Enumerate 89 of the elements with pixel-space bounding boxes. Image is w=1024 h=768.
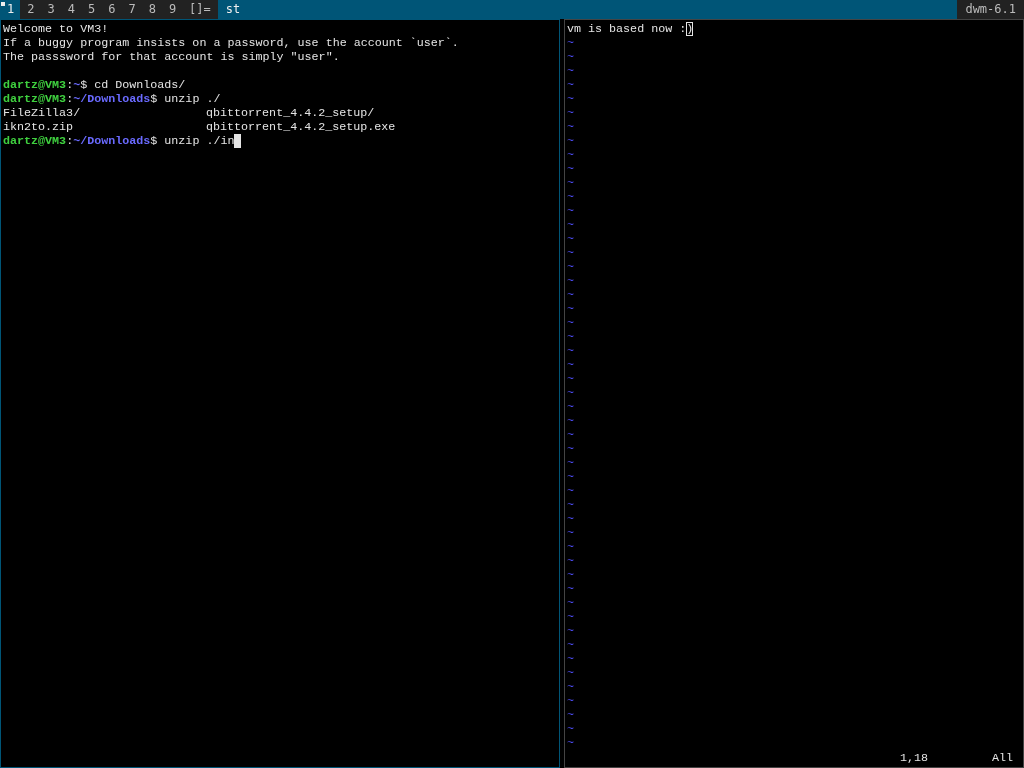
empty-line-marker: ~ (567, 78, 574, 92)
empty-line-marker: ~ (567, 232, 574, 246)
empty-line-marker: ~ (567, 190, 574, 204)
workspace-tag[interactable]: 9 (161, 0, 183, 19)
empty-line-marker: ~ (567, 582, 574, 596)
empty-line-marker: ~ (567, 554, 574, 568)
prompt-separator: : (66, 92, 74, 106)
command-text: $ unzip ./in (150, 134, 235, 148)
empty-line-marker: ~ (567, 316, 574, 330)
empty-line-marker: ~ (567, 722, 574, 736)
occupied-indicator-icon (1, 2, 5, 6)
empty-line-marker: ~ (567, 64, 574, 78)
editor-line: vm is based now : (567, 22, 687, 36)
workspace-tag[interactable]: 5 (80, 0, 102, 19)
empty-line-marker: ~ (567, 106, 574, 120)
empty-line-marker: ~ (567, 680, 574, 694)
file-name: qbittorrent_4.4.2_setup.exe (206, 120, 397, 134)
prompt-user: dartz@VM3 (3, 134, 67, 148)
empty-line-marker: ~ (567, 372, 574, 386)
prompt-user: dartz@VM3 (3, 78, 67, 92)
empty-line-marker: ~ (567, 610, 574, 624)
layout-symbol[interactable]: []= (182, 0, 218, 19)
empty-line-marker: ~ (567, 624, 574, 638)
empty-line-marker: ~ (567, 414, 574, 428)
terminal-pane[interactable] (0, 19, 560, 768)
empty-line-marker: ~ (567, 246, 574, 260)
empty-line-marker: ~ (567, 708, 574, 722)
empty-line-marker: ~ (567, 50, 574, 64)
file-name: FileZilla3/ (3, 106, 82, 120)
empty-line-marker: ~ (567, 736, 574, 750)
workspace-tag[interactable]: 4 (60, 0, 81, 19)
editor-pane[interactable]: vm is based now :) ~ ~ ~ ~ ~ ~ ~ ~ ~ ~ ~ ~ ~ ~ ~ ~ ~ ~ ~ ~ ~ ~ ~ ~ ~ ~ ~ ~ ~ ~ ~ ~ ~ ~ ~ ~ ~ ~ ~ ~ ~ ~ ~ ~ ~ ~ ~ ~ ~ ~ ~ 1,18 All (564, 19, 1024, 768)
prompt-separator: : (66, 134, 74, 148)
terminal-line: The passsword for that account is simply "user". (3, 50, 340, 64)
empty-line-marker: ~ (567, 428, 574, 442)
prompt-path: ~/Downloads (73, 92, 151, 106)
empty-line-marker: ~ (567, 456, 574, 470)
command-text: $ cd Downloads/ (80, 78, 186, 92)
empty-line-marker: ~ (567, 526, 574, 540)
empty-line-marker: ~ (567, 386, 574, 400)
empty-line-marker: ~ (567, 638, 574, 652)
workspace-tag[interactable]: 6 (101, 0, 122, 19)
empty-line-marker: ~ (567, 568, 574, 582)
empty-line-marker: ~ (567, 400, 574, 414)
empty-line-marker: ~ (567, 92, 574, 106)
empty-line-marker: ~ (567, 652, 574, 666)
prompt-path: ~ (73, 78, 81, 92)
empty-line-marker: ~ (567, 358, 574, 372)
empty-line-marker: ~ (567, 498, 574, 512)
workspace-tag[interactable]: 1 (0, 0, 21, 19)
empty-line-marker: ~ (567, 162, 574, 176)
empty-line-marker: ~ (567, 274, 574, 288)
empty-line-marker: ~ (567, 204, 574, 218)
empty-line-marker: ~ (567, 442, 574, 456)
empty-line-marker: ~ (567, 470, 574, 484)
empty-line-marker: ~ (567, 484, 574, 498)
file-name: qbittorrent_4.4.2_setup/ (206, 106, 376, 120)
file-position: All (991, 751, 1013, 765)
empty-line-marker: ~ (567, 218, 574, 232)
empty-line-marker: ~ (567, 302, 574, 316)
empty-line-marker: ~ (567, 120, 574, 134)
empty-line-marker: ~ (567, 512, 574, 526)
empty-line-marker: ~ (567, 596, 574, 610)
workspace-tag[interactable]: 2 (20, 0, 41, 19)
workspace-tag[interactable]: 8 (141, 0, 162, 19)
empty-line-marker: ~ (567, 694, 574, 708)
status-text: dwm-6.1 (964, 1, 1017, 18)
empty-line-marker: ~ (567, 176, 574, 190)
workspace-tag[interactable]: 3 (40, 0, 61, 19)
empty-line-marker: ~ (567, 36, 574, 50)
empty-line-marker: ~ (567, 540, 574, 554)
empty-line-marker: ~ (567, 666, 574, 680)
empty-line-marker: ~ (567, 148, 574, 162)
window-title: st (217, 0, 958, 19)
empty-line-marker: ~ (567, 330, 574, 344)
empty-line-marker: ~ (567, 288, 574, 302)
empty-line-marker: ~ (567, 344, 574, 358)
prompt-separator: : (66, 78, 74, 92)
prompt-path: ~/Downloads (73, 134, 151, 148)
empty-line-marker: ~ (567, 260, 574, 274)
cursor: ) (686, 22, 694, 36)
file-name: ikn2to.zip (3, 120, 75, 134)
empty-line-marker: ~ (567, 134, 574, 148)
terminal-line: Welcome to VM3! (3, 22, 109, 36)
prompt-user: dartz@VM3 (3, 92, 67, 106)
cursor-position: 1,18 (899, 751, 928, 765)
terminal-line: If a buggy program insists on a password, use the account `user`. (3, 36, 459, 50)
workspace-tag[interactable]: 7 (121, 0, 142, 19)
command-text: $ unzip ./ (150, 92, 221, 106)
